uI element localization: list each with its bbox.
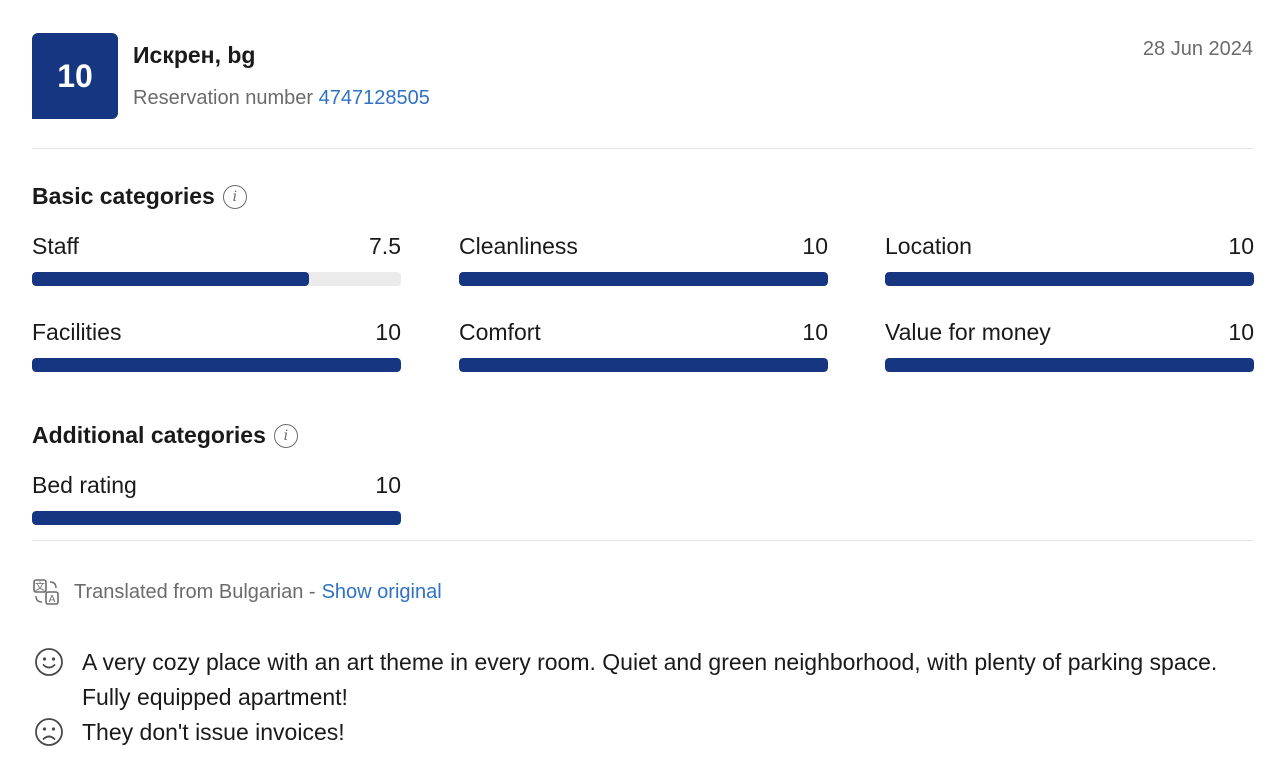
info-icon[interactable]: i [273, 423, 298, 448]
category-value-for-money: Value for money 10 [885, 319, 1254, 372]
score-bar-fill [885, 358, 1254, 372]
svg-text:文: 文 [35, 580, 45, 593]
category-score: 10 [1228, 233, 1254, 259]
negative-comment-text: They don't issue invoices! [82, 719, 345, 745]
category-label: Cleanliness [459, 233, 578, 259]
category-bed-rating: Bed rating 10 [32, 472, 401, 525]
show-original-link[interactable]: Show original [322, 581, 442, 604]
positive-comment-text: A very cozy place with an art theme in e… [82, 649, 1218, 710]
category-staff: Staff 7.5 [32, 233, 401, 286]
category-label: Location [885, 233, 972, 259]
smiley-face-icon [35, 648, 63, 676]
translation-notice: 文 A Translated from Bulgarian - Show ori… [32, 578, 442, 606]
score-bar-fill [459, 358, 828, 372]
divider [32, 540, 1253, 541]
reservation-label: Reservation number [133, 87, 314, 109]
category-label: Bed rating [32, 472, 137, 498]
category-score: 10 [375, 319, 401, 345]
category-comfort: Comfort 10 [459, 319, 828, 372]
score-bar-fill [32, 272, 309, 286]
category-cleanliness: Cleanliness 10 [459, 233, 828, 286]
reservation-info: Reservation number 4747128505 [133, 87, 430, 110]
reviewer-name: Искрен, bg [133, 42, 256, 68]
score-bar [885, 272, 1254, 286]
positive-comment: A very cozy place with an art theme in e… [34, 645, 1232, 715]
category-score: 10 [1228, 319, 1254, 345]
score-bar [32, 272, 401, 286]
category-score: 7.5 [369, 233, 401, 259]
info-icon[interactable]: i [222, 184, 247, 209]
divider [32, 148, 1253, 149]
svg-text:A: A [49, 594, 56, 605]
translate-icon: 文 A [33, 579, 59, 605]
basic-categories-title: Basic categories [32, 183, 215, 209]
category-label: Value for money [885, 319, 1051, 345]
score-bar [885, 358, 1254, 372]
score-bar [32, 358, 401, 372]
score-bar-fill [32, 511, 401, 525]
category-score: 10 [802, 233, 828, 259]
review-date: 28 Jun 2024 [1142, 38, 1253, 60]
translation-text: Translated from Bulgarian - [74, 580, 316, 603]
category-label: Staff [32, 233, 79, 259]
negative-comment: They don't issue invoices! [34, 715, 1232, 750]
category-label: Facilities [32, 319, 122, 345]
additional-categories-heading: Additional categories i [32, 422, 298, 449]
category-score: 10 [802, 319, 828, 345]
score-bar [459, 272, 828, 286]
category-score: 10 [375, 472, 401, 498]
score-bar [32, 511, 401, 525]
review-score-badge: 10 [32, 33, 118, 119]
additional-categories-title: Additional categories [32, 422, 266, 448]
category-facilities: Facilities 10 [32, 319, 401, 372]
score-bar-fill [32, 358, 401, 372]
score-bar-fill [885, 272, 1254, 286]
category-location: Location 10 [885, 233, 1254, 286]
category-label: Comfort [459, 319, 541, 345]
score-bar-fill [459, 272, 828, 286]
basic-categories-heading: Basic categories i [32, 183, 247, 210]
score-bar [459, 358, 828, 372]
reservation-number-link[interactable]: 4747128505 [319, 87, 430, 109]
sad-face-icon [35, 718, 63, 746]
